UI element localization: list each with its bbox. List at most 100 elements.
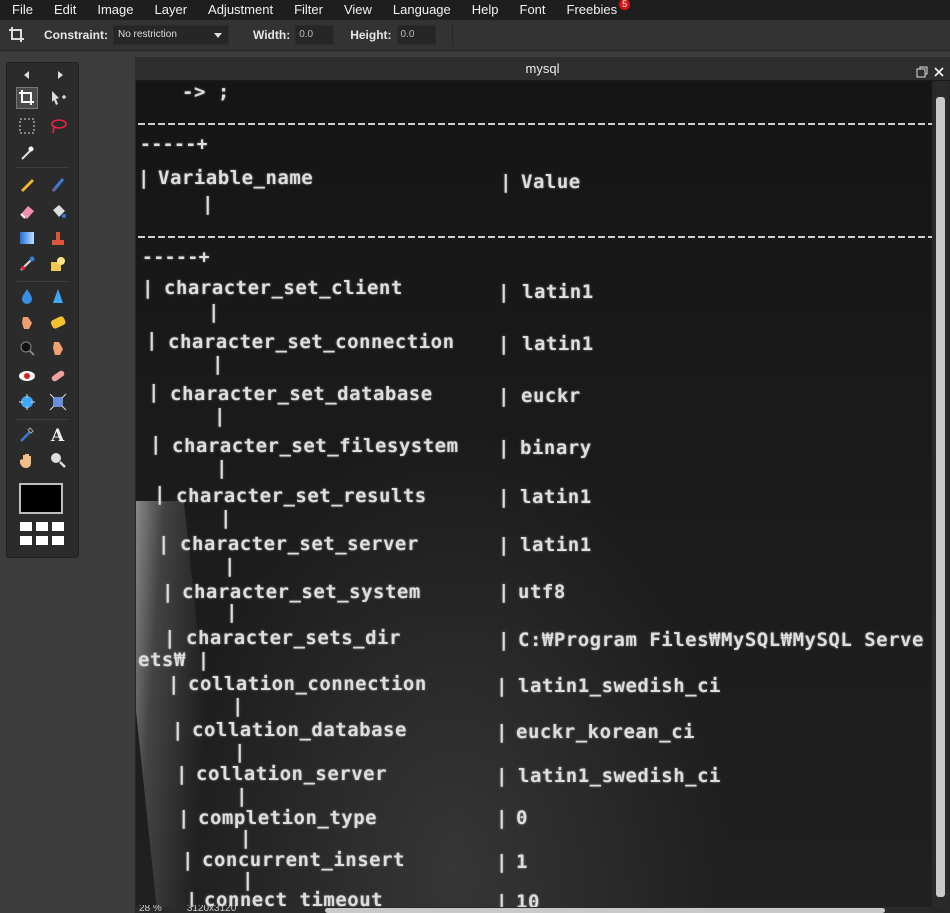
brush-icon	[51, 178, 65, 192]
row-mid-bar: |	[498, 385, 510, 407]
variable-value: latin1_swedish_ci	[518, 765, 721, 787]
text-tool-button[interactable]: A	[47, 423, 69, 445]
zoom-tool-button[interactable]	[47, 449, 69, 471]
chevron-down-icon	[214, 33, 222, 38]
variable-value: euckr_korean_ci	[516, 721, 696, 743]
marquee-tool-button[interactable]	[16, 115, 38, 137]
row-mid-bar: |	[496, 891, 508, 907]
menu-help[interactable]: Help	[460, 0, 508, 20]
variable-name: collation_database	[192, 719, 407, 741]
marquee-icon	[19, 118, 35, 134]
document-titlebar: mysql	[135, 57, 950, 81]
row-wrap-bar: |	[234, 741, 246, 763]
menu-language[interactable]: Language	[381, 0, 460, 20]
sharpen-tool-button[interactable]	[47, 285, 69, 307]
menu-file[interactable]: File	[0, 0, 42, 20]
menu-freebies[interactable]: Freebies 5	[555, 0, 631, 20]
spot-heal-tool-button[interactable]	[47, 365, 69, 387]
variable-value: 10	[516, 891, 540, 907]
menu-layer[interactable]: Layer	[143, 0, 197, 20]
column-header-variable: Variable_name	[158, 167, 314, 189]
close-icon[interactable]	[933, 62, 945, 77]
document-title: mysql	[525, 61, 560, 76]
notification-badge: 5	[619, 0, 631, 10]
vertical-scrollbar[interactable]	[934, 81, 948, 907]
sponge-tool-button[interactable]	[47, 311, 69, 333]
variable-name: character_set_client	[164, 277, 403, 299]
variable-name: character_set_connection	[168, 331, 455, 353]
image-size: 3120x3120	[186, 905, 237, 913]
grid-icon[interactable]	[20, 522, 64, 548]
color-picker-tool-button[interactable]	[16, 423, 38, 445]
bloat-tool-button[interactable]	[16, 391, 38, 413]
brush-tool-button[interactable]	[47, 173, 69, 195]
color-replace-tool-button[interactable]	[16, 253, 38, 275]
row-mid-bar: |	[498, 281, 510, 303]
dodge-tool-button[interactable]	[47, 337, 69, 359]
menu-font[interactable]: Font	[508, 0, 555, 20]
restore-icon[interactable]	[916, 62, 928, 78]
move-tool-button[interactable]	[47, 87, 69, 109]
menu-adjustment[interactable]: Adjustment	[196, 0, 282, 20]
row-left-bar: |	[182, 849, 194, 871]
crop-tool-button[interactable]	[16, 87, 38, 109]
row-wrap-bar: |	[214, 405, 226, 427]
status-bar: 28 % 3120x3120	[135, 905, 319, 913]
menu-edit[interactable]: Edit	[42, 0, 85, 20]
toolbox: A	[6, 62, 79, 558]
horizontal-scroll-thumb[interactable]	[325, 908, 885, 913]
image-canvas[interactable]: -> ; -----+ | Variable_name | Value | --…	[136, 81, 932, 907]
clone-stamp-tool-button[interactable]	[47, 227, 69, 249]
row-left-bar: |	[176, 763, 188, 785]
chevron-left-icon[interactable]	[22, 67, 32, 79]
color-replace-icon	[20, 256, 35, 271]
zoom-level[interactable]: 28 %	[139, 905, 162, 913]
vertical-scroll-thumb[interactable]	[936, 97, 945, 897]
screen-glare	[136, 501, 229, 907]
variable-value: 0	[516, 807, 528, 829]
pencil-tool-button[interactable]	[16, 173, 38, 195]
width-label: Width:	[253, 28, 291, 42]
variable-name: completion_type	[198, 807, 378, 829]
red-eye-tool-button[interactable]	[16, 365, 38, 387]
svg-text:A: A	[50, 426, 65, 443]
constraint-select[interactable]: No restriction	[113, 25, 229, 45]
variable-name: character_set_system	[182, 581, 421, 603]
document-window: mysql -> ; -----+ | Variable_name | Valu…	[135, 57, 950, 913]
width-input[interactable]: 0.0	[295, 25, 335, 45]
row-mid-bar: |	[498, 486, 510, 508]
magic-wand-tool-button[interactable]	[16, 141, 38, 163]
menu-image[interactable]: Image	[85, 0, 142, 20]
crop-icon	[19, 90, 34, 105]
variable-value: euckr	[521, 385, 581, 407]
variable-value: binary	[520, 437, 592, 459]
variable-value: latin1_swedish_ci	[518, 675, 721, 697]
row-mid-bar: |	[498, 333, 510, 355]
menu-filter[interactable]: Filter	[282, 0, 332, 20]
row-wrap-bar: |	[216, 457, 228, 479]
pinch-tool-button[interactable]	[47, 391, 69, 413]
hand-tool-button[interactable]	[16, 449, 38, 471]
menu-view[interactable]: View	[332, 0, 381, 20]
finger-icon	[22, 317, 32, 329]
height-label: Height:	[350, 28, 392, 42]
row-left-bar: |	[164, 627, 176, 649]
row-wrap-bar: |	[220, 507, 232, 529]
lasso-tool-button[interactable]	[47, 115, 69, 137]
burn-tool-button[interactable]	[16, 337, 38, 359]
eye-icon	[19, 371, 35, 381]
foreground-color-swatch[interactable]	[19, 483, 63, 514]
menu-freebies-label: Freebies	[566, 2, 618, 17]
pinch-icon	[49, 393, 67, 411]
draw-shape-tool-button[interactable]	[47, 253, 69, 275]
sharpen-icon	[53, 289, 63, 303]
blur-tool-button[interactable]	[16, 285, 38, 307]
paint-bucket-tool-button[interactable]	[47, 200, 69, 222]
eraser-tool-button[interactable]	[16, 200, 38, 222]
smudge-tool-button[interactable]	[16, 311, 38, 333]
chevron-right-icon[interactable]	[55, 67, 65, 79]
row-left-bar: |	[162, 581, 174, 603]
height-input[interactable]: 0.0	[396, 25, 436, 45]
variable-name: character_set_database	[170, 383, 433, 405]
gradient-tool-button[interactable]	[16, 227, 38, 249]
